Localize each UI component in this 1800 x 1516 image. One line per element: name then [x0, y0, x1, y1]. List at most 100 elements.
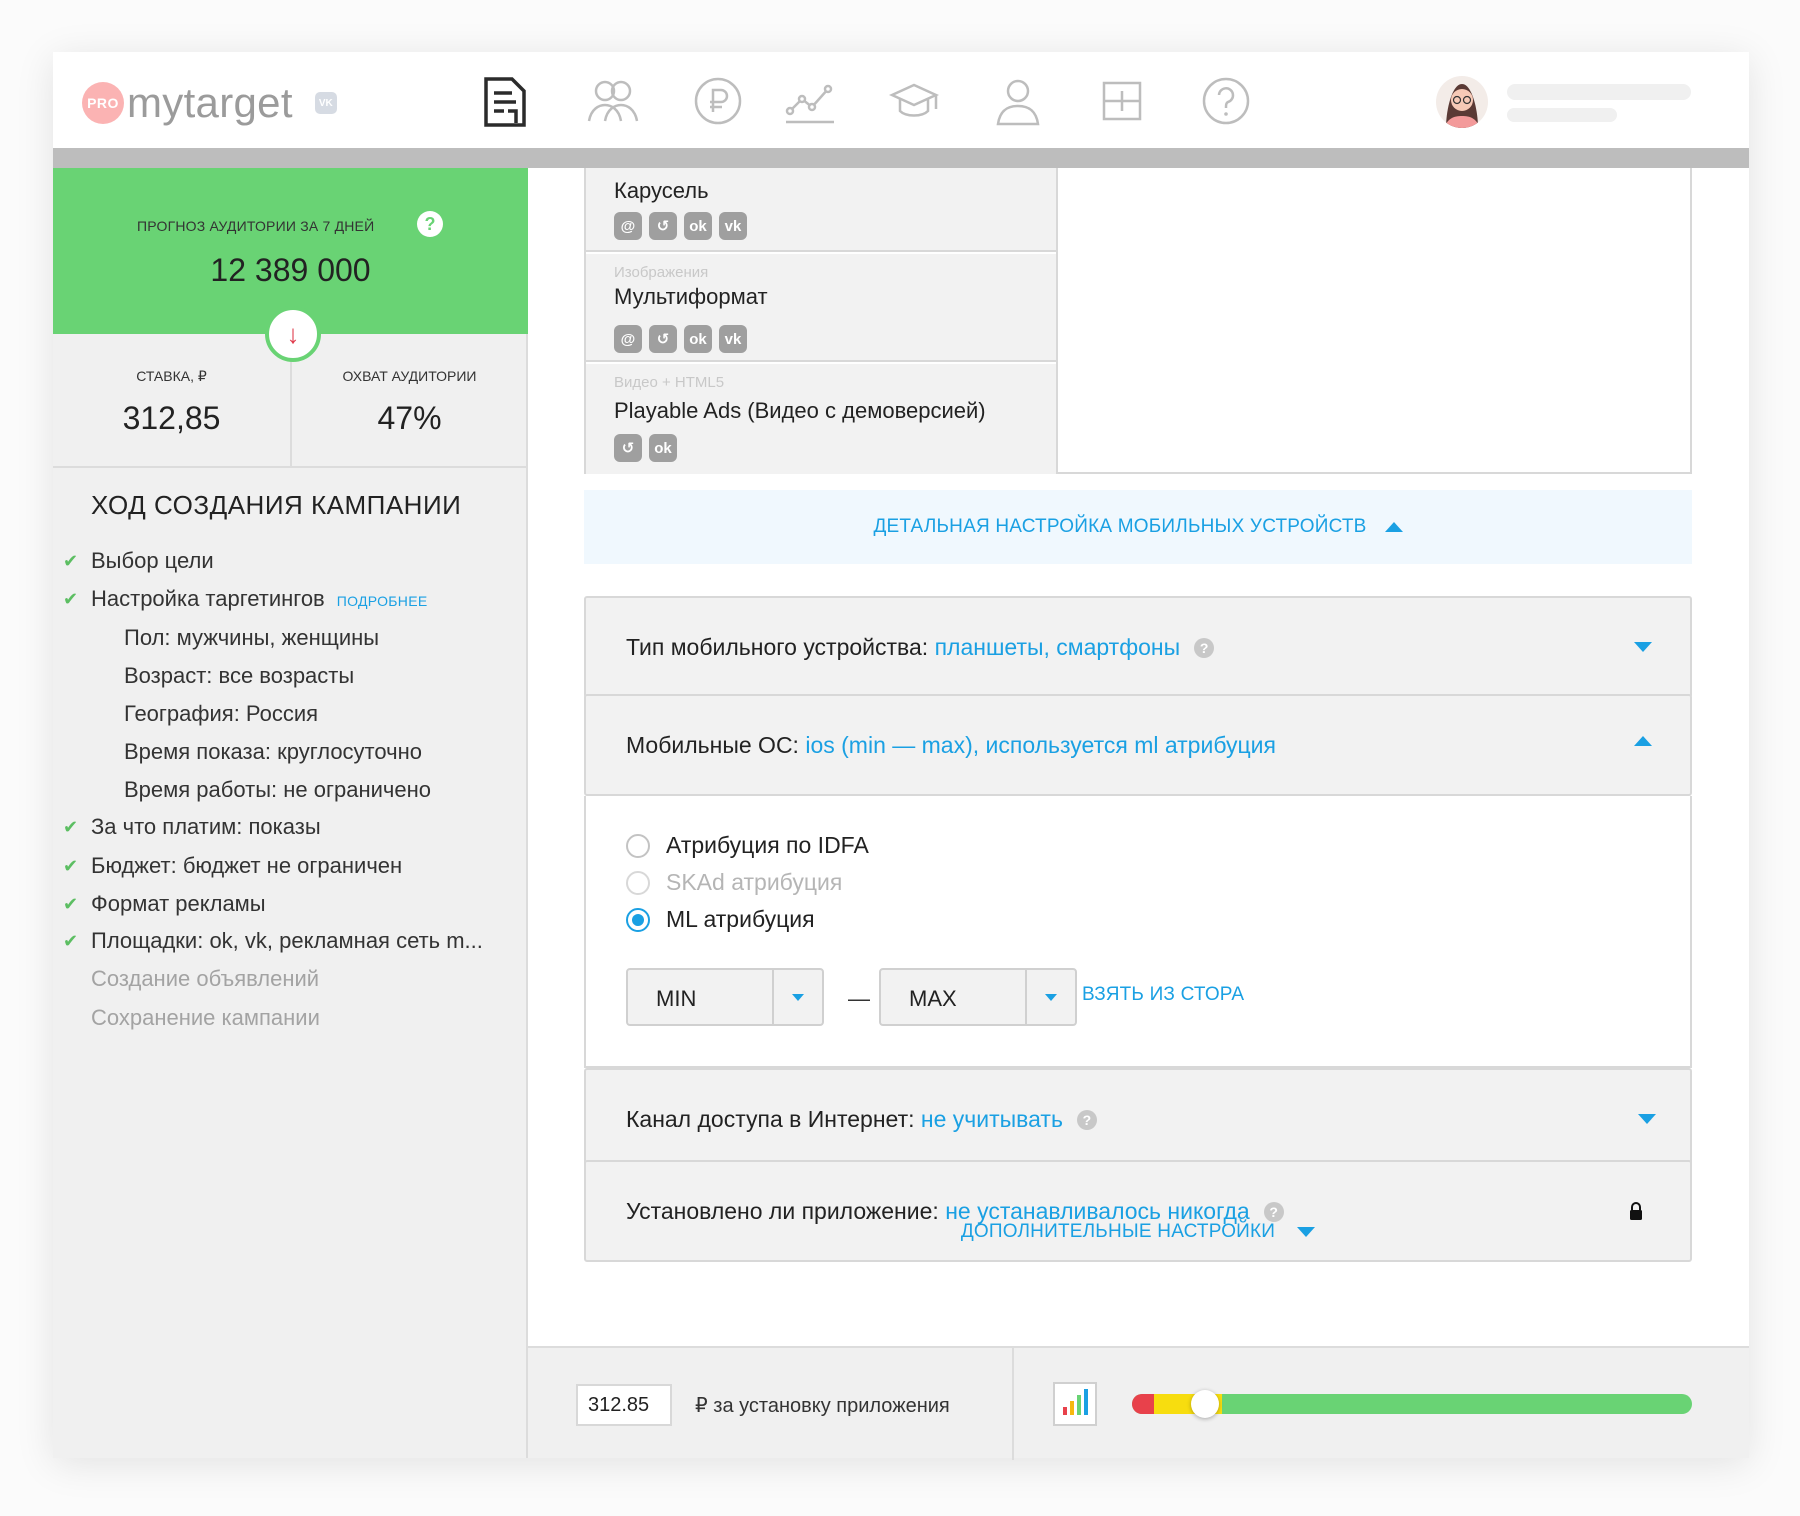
caret-up-icon	[1384, 522, 1403, 532]
device-type-accordion[interactable]: Тип мобильного устройства: планшеты, сма…	[584, 596, 1692, 698]
step-goal[interactable]: ✔ Выбор цели	[63, 548, 214, 574]
bid-value: 312,85	[122, 400, 221, 436]
user-avatar[interactable]	[1436, 76, 1488, 128]
main-content: Карусель @ ↺ ok vk Изображения Мультифор…	[528, 168, 1749, 1460]
mail-icon: @	[614, 212, 642, 240]
balance-icon[interactable]	[691, 74, 745, 128]
left-panel: ПРОГНОЗ АУДИТОРИИ ЗА 7 ДНЕЙ ? 12 389 000…	[53, 168, 528, 1458]
help-icon[interactable]: ?	[417, 211, 443, 237]
caret-down-icon	[1638, 1114, 1656, 1124]
username-placeholder	[1507, 84, 1691, 100]
bid-input[interactable]	[576, 1384, 672, 1426]
check-icon: ✔	[63, 589, 79, 609]
platform-chips: ↺ ok	[614, 434, 677, 462]
network-icon: ↺	[649, 325, 677, 353]
step-targeting[interactable]: ✔ Настройка таргетингов ПОДРОБНЕЕ	[63, 586, 428, 612]
more-link[interactable]: ПОДРОБНЕЕ	[337, 593, 428, 609]
reach-value: 47%	[377, 400, 442, 436]
bid-stat: СТАВКА, ₽ 312,85	[53, 334, 290, 468]
bar-chart-icon[interactable]	[1053, 1382, 1097, 1426]
forecast-label: ПРОГНОЗ АУДИТОРИИ ЗА 7 ДНЕЙ	[137, 218, 375, 234]
step-format[interactable]: ✔ Формат рекламы	[63, 891, 266, 917]
additional-settings-toggle[interactable]: ДОПОЛНИТЕЛЬНЫЕ НАСТРОЙКИ	[584, 1212, 1692, 1252]
footer-divider	[1012, 1348, 1014, 1460]
max-version-select[interactable]: MAX	[879, 968, 1077, 1026]
format-category: Видео + HTML5	[614, 374, 725, 391]
chevron-down-icon	[1025, 970, 1075, 1024]
internet-channel-accordion[interactable]: Канал доступа в Интернет: не учитывать?	[584, 1068, 1692, 1170]
tools-icon[interactable]	[1095, 74, 1149, 128]
check-icon: ✔	[63, 894, 79, 914]
profile-icon[interactable]	[991, 74, 1045, 128]
format-preview-area	[1058, 168, 1692, 474]
format-name: Карусель	[614, 178, 709, 203]
platform-chips: @ ↺ ok vk	[614, 212, 747, 240]
check-icon: ✔	[63, 551, 79, 571]
app-window: PRO mytarget VK ПРОГНОЗ АУДИТОРИИ ЗА 7 Д…	[53, 52, 1749, 1460]
slider-red-zone	[1132, 1394, 1156, 1414]
arrow-down-icon: ↓	[265, 306, 321, 362]
device-type-value: планшеты, смартфоны	[934, 634, 1181, 660]
bid-label: СТАВКА, ₽	[136, 368, 207, 384]
attribution-panel: Атрибуция по IDFA SKAd атрибуция ML атри…	[584, 796, 1692, 1068]
format-playable-ads[interactable]: Видео + HTML5 Playable Ads (Видео с демо…	[586, 364, 1056, 474]
caret-down-icon	[1634, 642, 1652, 652]
training-icon[interactable]	[887, 74, 941, 128]
reach-stat: ОХВАТ АУДИТОРИИ 47%	[291, 334, 528, 468]
step-ads: Создание объявлений	[91, 966, 320, 991]
header-divider	[53, 148, 1749, 168]
step-detail-duration: Время работы: не ограничено	[124, 777, 431, 802]
slider-handle[interactable]	[1190, 1390, 1219, 1418]
step-placements[interactable]: ✔ Площадки: ok, vk, рекламная сеть m...	[63, 928, 483, 954]
ok-icon: ok	[649, 434, 677, 462]
step-payment[interactable]: ✔ За что платим: показы	[63, 814, 321, 840]
check-icon: ✔	[63, 931, 79, 951]
mobile-detail-toggle[interactable]: ДЕТАЛЬНАЯ НАСТРОЙКА МОБИЛЬНЫХ УСТРОЙСТВ	[584, 490, 1692, 564]
network-icon: ↺	[614, 434, 642, 462]
account-placeholder	[1507, 108, 1617, 122]
top-header: PRO mytarget VK	[53, 52, 1749, 148]
bid-footer: ₽ за установку приложения	[528, 1346, 1749, 1460]
step-save: Сохранение кампании	[91, 1005, 320, 1030]
step-detail-gender: Пол: мужчины, женщины	[124, 625, 380, 650]
min-version-select[interactable]: MIN	[626, 968, 824, 1026]
network-icon: ↺	[649, 212, 677, 240]
platform-chips: @ ↺ ok vk	[614, 325, 747, 353]
help-icon[interactable]: ?	[1194, 638, 1215, 658]
step-detail-age: Возраст: все возрасты	[124, 663, 355, 688]
radio-circle	[626, 870, 650, 895]
audiences-icon[interactable]	[586, 74, 640, 128]
campaigns-icon[interactable]	[479, 74, 533, 128]
ok-icon: ok	[684, 212, 712, 240]
statistics-icon[interactable]	[783, 74, 837, 128]
vk-badge: VK	[314, 92, 337, 114]
caret-up-icon	[1634, 736, 1652, 746]
radio-ml[interactable]: ML атрибуция	[626, 906, 815, 933]
take-from-store-link[interactable]: ВЗЯТЬ ИЗ СТОРА	[1082, 984, 1244, 1006]
check-icon: ✔	[63, 856, 79, 876]
format-list: Карусель @ ↺ ok vk Изображения Мультифор…	[584, 168, 1058, 474]
check-icon: ✔	[63, 817, 79, 837]
format-carousel[interactable]: Карусель @ ↺ ok vk	[586, 168, 1056, 252]
device-type-label: Тип мобильного устройства:	[626, 634, 929, 660]
step-budget[interactable]: ✔ Бюджет: бюджет не ограничен	[63, 853, 402, 879]
internet-channel-label: Канал доступа в Интернет:	[626, 1106, 915, 1132]
radio-circle	[626, 833, 650, 858]
step-detail-geo: География: Россия	[124, 701, 319, 726]
reach-label: ОХВАТ АУДИТОРИИ	[342, 368, 477, 384]
radio-skad: SKAd атрибуция	[626, 869, 842, 896]
logo[interactable]: PRO mytarget VK	[82, 82, 337, 124]
radio-idfa[interactable]: Атрибуция по IDFA	[626, 832, 869, 859]
bid-unit-label: ₽ за установку приложения	[695, 1395, 950, 1417]
brand-name: mytarget	[127, 79, 293, 126]
help-icon[interactable]	[1199, 74, 1253, 128]
help-icon[interactable]: ?	[1076, 1110, 1097, 1130]
format-name: Мультиформат	[614, 284, 768, 309]
mobile-os-label: Мобильные ОС:	[626, 732, 799, 758]
format-name: Playable Ads (Видео с демоверсией)	[614, 398, 986, 423]
step-detail-time: Время показа: круглосуточно	[124, 739, 422, 764]
format-multiformat[interactable]: Изображения Мультиформат @ ↺ ok vk	[586, 254, 1056, 362]
mobile-os-accordion[interactable]: Мобильные ОС: ios (min — max), используе…	[584, 694, 1692, 796]
mobile-detail-label: ДЕТАЛЬНАЯ НАСТРОЙКА МОБИЛЬНЫХ УСТРОЙСТВ	[873, 516, 1367, 537]
pro-badge: PRO	[82, 82, 124, 124]
